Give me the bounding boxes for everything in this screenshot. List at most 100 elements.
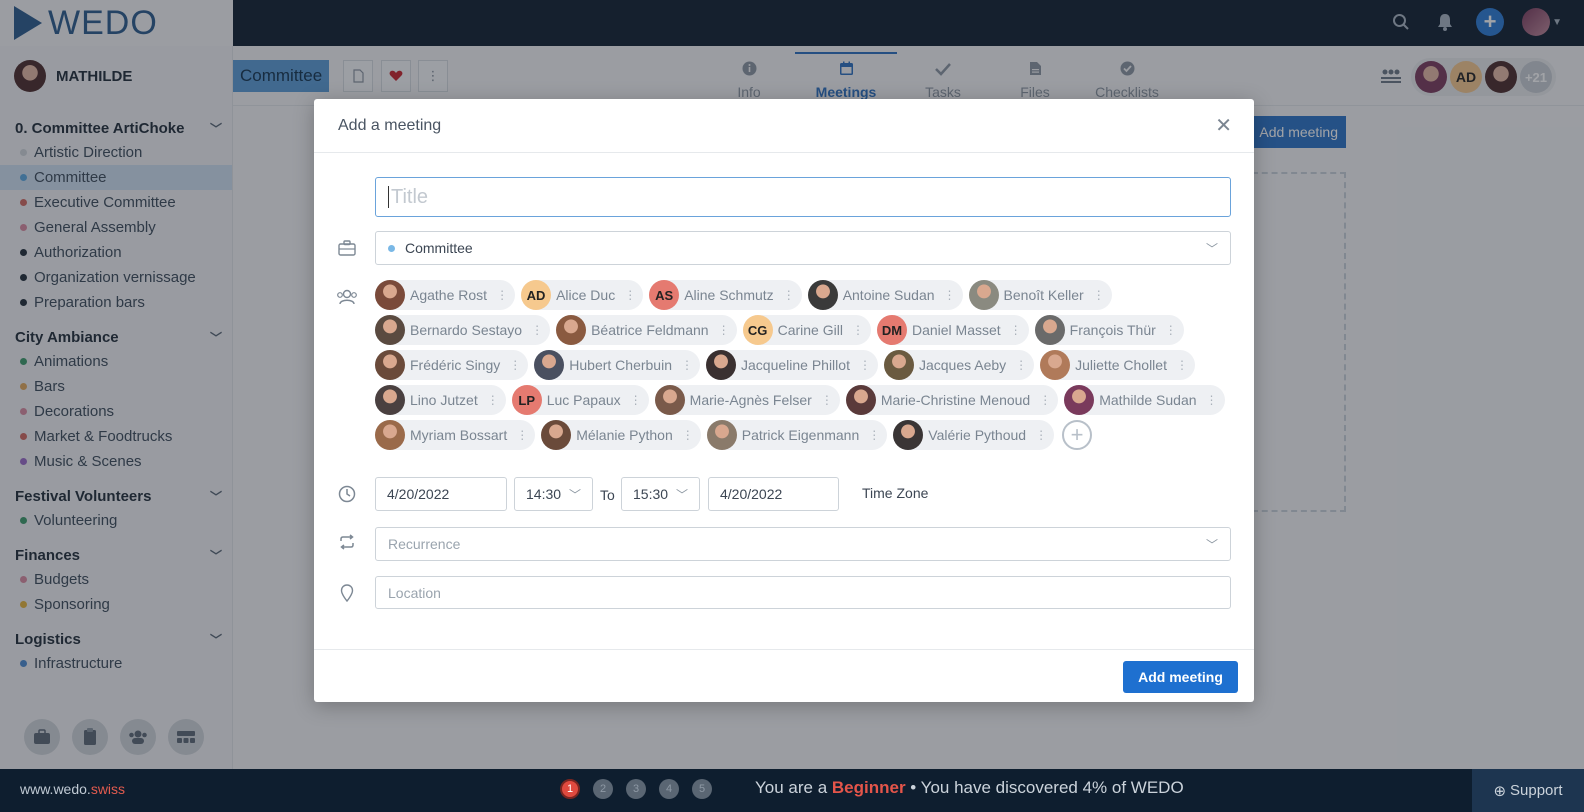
participant-avatar: [846, 385, 876, 415]
participant-name: Bernardo Sestayo: [410, 322, 522, 338]
participant-chip[interactable]: ASAline Schmutz⋮: [649, 280, 801, 310]
site-suffix: swiss: [91, 781, 125, 797]
onboarding-step[interactable]: 4: [659, 779, 679, 799]
participant-chip[interactable]: Benoît Keller⋮: [969, 280, 1112, 310]
onboarding-step[interactable]: 1: [560, 779, 580, 799]
participant-chip[interactable]: Marie-Agnès Felser⋮: [655, 385, 840, 415]
more-vertical-icon[interactable]: ⋮: [630, 393, 641, 407]
support-icon: ⊕: [1493, 782, 1506, 800]
participant-avatar: AD: [521, 280, 551, 310]
participant-avatar: [556, 315, 586, 345]
close-icon[interactable]: ✕: [1215, 113, 1232, 138]
onboarding-progress: You are a Beginner • You have discovered…: [755, 778, 1184, 798]
participant-avatar: [707, 420, 737, 450]
participant-chip[interactable]: Myriam Bossart⋮: [375, 420, 535, 450]
participant-chip[interactable]: Lino Jutzet⋮: [375, 385, 506, 415]
timezone-link[interactable]: Time Zone: [862, 485, 928, 501]
participant-name: Alice Duc: [556, 287, 615, 303]
participant-chip[interactable]: François Thür ⋮: [1035, 315, 1184, 345]
start-time-select[interactable]: 14:30 ﹀: [514, 477, 593, 511]
support-button[interactable]: ⊕ Support: [1472, 769, 1584, 812]
onboarding-step[interactable]: 5: [692, 779, 712, 799]
location-input[interactable]: Location: [375, 576, 1231, 609]
end-time-select[interactable]: 15:30 ﹀: [621, 477, 700, 511]
more-vertical-icon[interactable]: ⋮: [944, 288, 955, 302]
participant-name: François Thür: [1070, 322, 1156, 338]
participant-chip[interactable]: Juliette Chollet⋮: [1040, 350, 1195, 380]
more-vertical-icon[interactable]: ⋮: [1015, 358, 1026, 372]
briefcase-icon: [336, 240, 358, 261]
participant-name: Béatrice Feldmann: [591, 322, 709, 338]
participant-avatar: [655, 385, 685, 415]
recurrence-select[interactable]: Recurrence ﹀: [375, 527, 1231, 561]
more-vertical-icon[interactable]: ⋮: [1010, 323, 1021, 337]
more-vertical-icon[interactable]: ⋮: [1206, 393, 1217, 407]
workspace-select-value: Committee: [405, 240, 473, 256]
location-pin-icon: [336, 584, 358, 607]
more-vertical-icon[interactable]: ⋮: [1035, 428, 1046, 442]
participant-chip[interactable]: Patrick Eigenmann ⋮: [707, 420, 888, 450]
more-vertical-icon[interactable]: ⋮: [1093, 288, 1104, 302]
title-input[interactable]: Title: [375, 177, 1231, 217]
participant-chip[interactable]: Mathilde Sudan⋮: [1064, 385, 1224, 415]
more-vertical-icon[interactable]: ⋮: [531, 323, 542, 337]
more-vertical-icon[interactable]: ⋮: [1176, 358, 1187, 372]
participant-chip[interactable]: Béatrice Feldmann ⋮: [556, 315, 737, 345]
participant-chip[interactable]: Valérie Pythoud⋮: [893, 420, 1054, 450]
onboarding-steps: 12345: [560, 779, 712, 799]
site-link[interactable]: www.wedo.swiss: [20, 781, 125, 797]
onboarding-step[interactable]: 3: [626, 779, 646, 799]
participant-avatar: CG: [743, 315, 773, 345]
participant-avatar: [534, 350, 564, 380]
more-vertical-icon[interactable]: ⋮: [718, 323, 729, 337]
more-vertical-icon[interactable]: ⋮: [487, 393, 498, 407]
participant-name: Marie-Christine Menoud: [881, 392, 1030, 408]
onboarding-step[interactable]: 2: [593, 779, 613, 799]
start-date-input[interactable]: 4/20/2022: [375, 477, 507, 511]
more-vertical-icon[interactable]: ⋮: [516, 428, 527, 442]
more-vertical-icon[interactable]: ⋮: [1039, 393, 1050, 407]
participant-chip[interactable]: Marie-Christine Menoud ⋮: [846, 385, 1058, 415]
participant-chip[interactable]: AD Alice Duc ⋮: [521, 280, 643, 310]
more-vertical-icon[interactable]: ⋮: [821, 393, 832, 407]
more-vertical-icon[interactable]: ⋮: [852, 323, 863, 337]
participant-chip[interactable]: Antoine Sudan ⋮: [808, 280, 963, 310]
participant-name: Antoine Sudan: [843, 287, 935, 303]
more-vertical-icon[interactable]: ⋮: [624, 288, 635, 302]
participant-initials: CG: [748, 323, 768, 338]
user-level: Beginner: [832, 778, 906, 797]
more-vertical-icon[interactable]: ⋮: [859, 358, 870, 372]
support-label: Support: [1510, 782, 1563, 799]
more-vertical-icon[interactable]: ⋮: [682, 428, 693, 442]
participant-chip[interactable]: Jacqueline Phillot⋮: [706, 350, 878, 380]
more-vertical-icon[interactable]: ⋮: [1165, 323, 1176, 337]
more-vertical-icon[interactable]: ⋮: [783, 288, 794, 302]
participant-name: Mélanie Python: [576, 427, 673, 443]
more-vertical-icon[interactable]: ⋮: [496, 288, 507, 302]
modal-footer: Add meeting: [314, 649, 1254, 702]
participant-chip[interactable]: Mélanie Python ⋮: [541, 420, 701, 450]
participant-avatar: [893, 420, 923, 450]
participant-chip[interactable]: Hubert Cherbuin⋮: [534, 350, 700, 380]
participant-initials: AD: [527, 288, 546, 303]
participant-chip[interactable]: Bernardo Sestayo ⋮: [375, 315, 550, 345]
more-vertical-icon[interactable]: ⋮: [509, 358, 520, 372]
end-date-input[interactable]: 4/20/2022: [708, 477, 839, 511]
participant-name: Frédéric Singy: [410, 357, 500, 373]
more-vertical-icon[interactable]: ⋮: [868, 428, 879, 442]
more-vertical-icon[interactable]: ⋮: [681, 358, 692, 372]
participant-chip[interactable]: DMDaniel Masset⋮: [877, 315, 1029, 345]
participant-chip[interactable]: Agathe Rost⋮: [375, 280, 515, 310]
add-meeting-button[interactable]: Add meeting: [1123, 661, 1238, 693]
modal-header: Add a meeting ✕: [314, 99, 1254, 153]
chevron-down-icon: ﹀: [1206, 536, 1218, 553]
text-caret: [388, 186, 389, 208]
workspace-select[interactable]: Committee ﹀: [375, 231, 1231, 265]
participant-chip[interactable]: Jacques Aeby⋮: [884, 350, 1034, 380]
add-participant-icon[interactable]: +: [1062, 420, 1092, 450]
participant-name: Patrick Eigenmann: [742, 427, 860, 443]
participant-chip[interactable]: Frédéric Singy ⋮: [375, 350, 528, 380]
participant-chip[interactable]: LPLuc Papaux⋮: [512, 385, 649, 415]
participant-chip[interactable]: CGCarine Gill⋮: [743, 315, 871, 345]
participant-initials: LP: [518, 393, 535, 408]
